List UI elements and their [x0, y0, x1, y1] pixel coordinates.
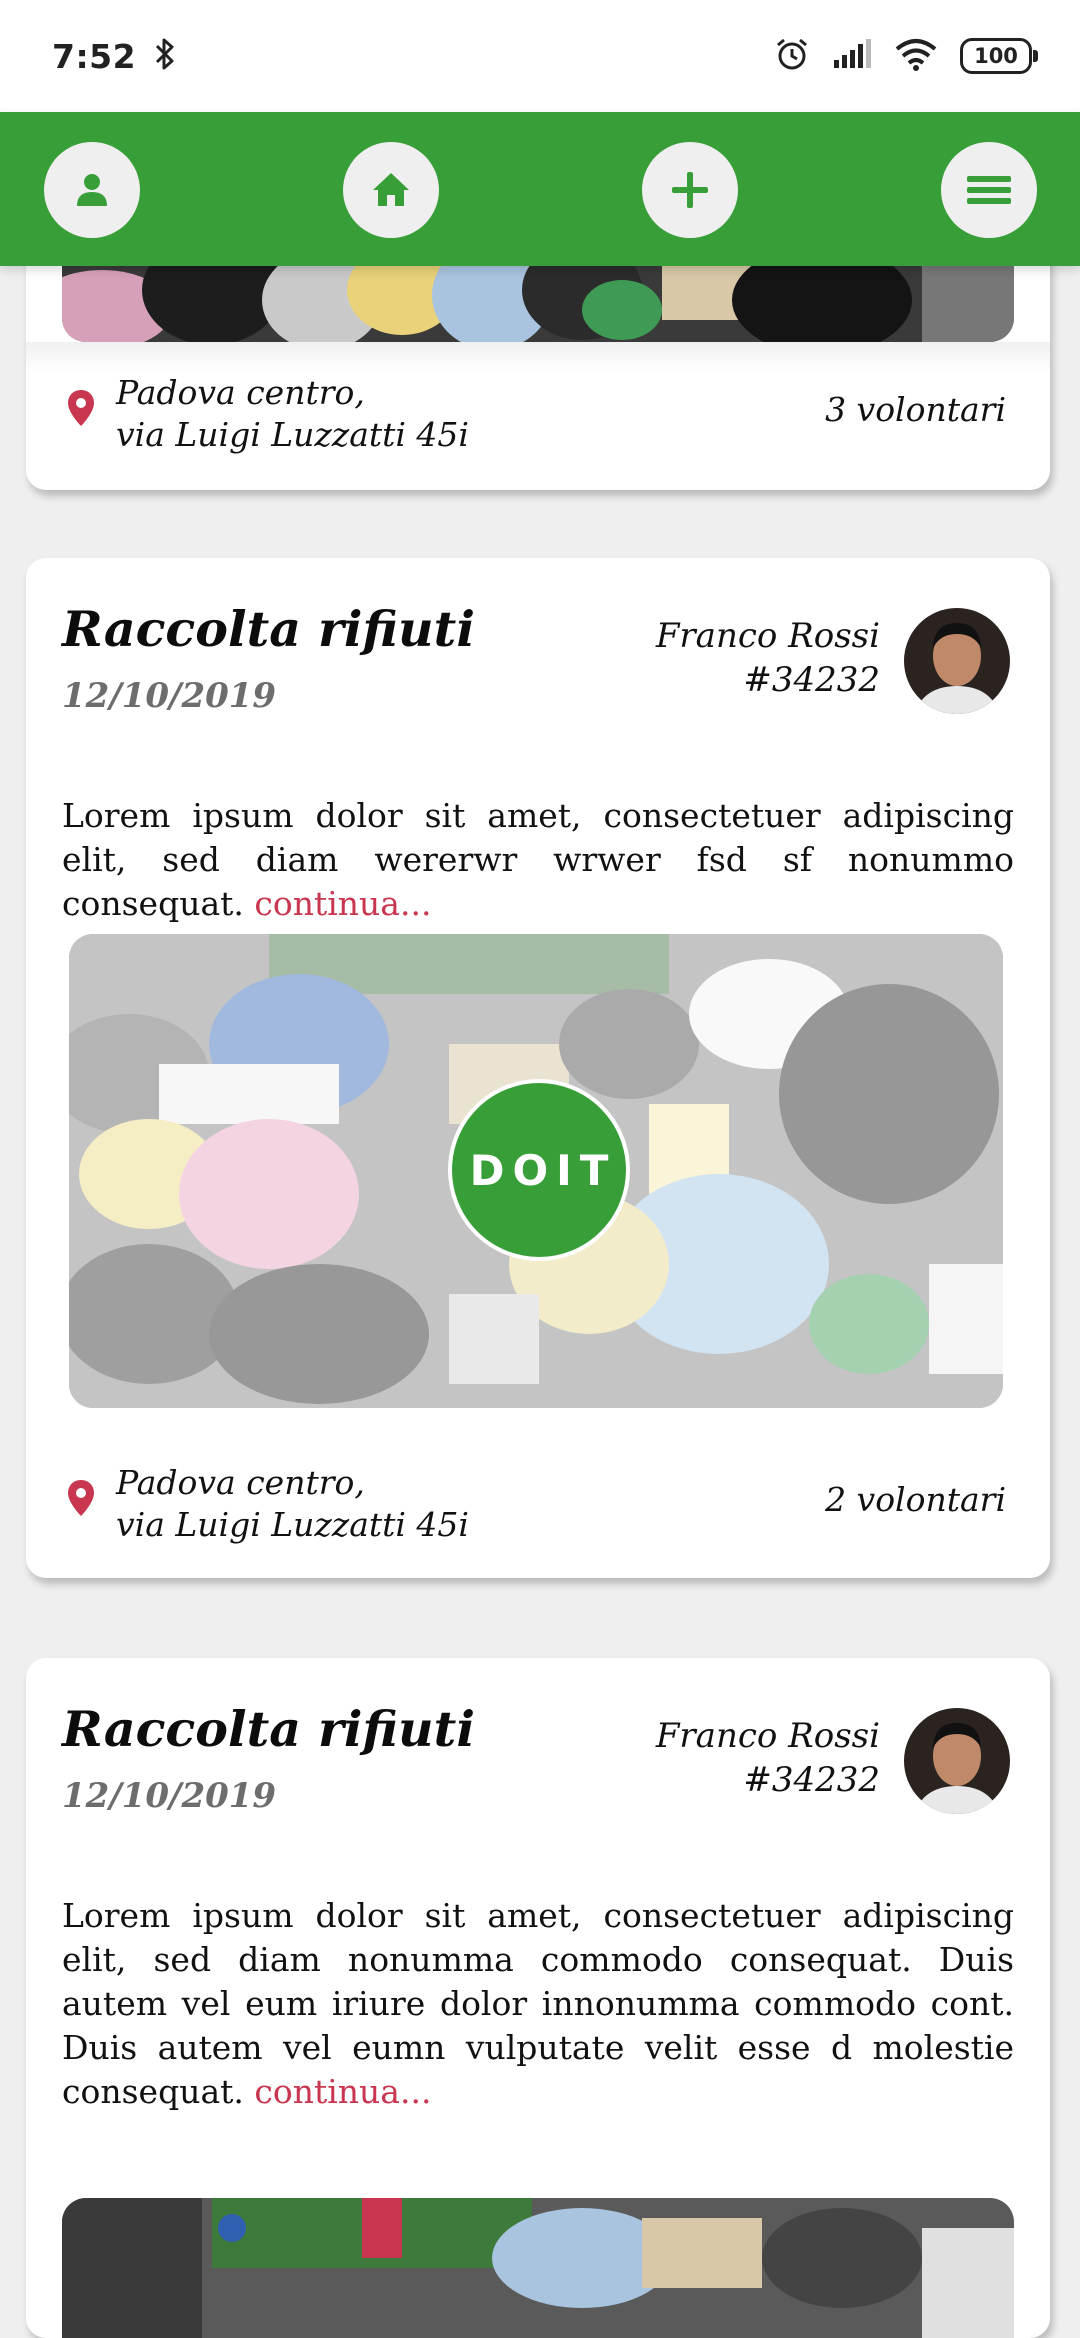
wifi-icon: [894, 37, 938, 75]
status-bar: 7:52 100: [0, 0, 1080, 112]
alarm-icon: [774, 36, 810, 76]
event-description: Lorem ipsum dolor sit amet, consectetuer…: [62, 794, 1014, 926]
event-description: Lorem ipsum dolor sit amet, consectetuer…: [62, 1894, 1014, 2114]
event-author[interactable]: Franco Rossi #34232: [656, 614, 880, 702]
location-line-1: Padova centro,: [116, 1463, 365, 1502]
continue-link[interactable]: continua...: [254, 884, 431, 923]
user-icon: [77, 174, 107, 206]
battery-indicator: 100: [960, 38, 1038, 74]
author-name: Franco Rossi: [655, 1716, 880, 1756]
location-pin-icon: [68, 1480, 94, 1516]
status-time: 7:52: [52, 36, 137, 76]
continue-link[interactable]: continua...: [254, 2072, 431, 2111]
home-button[interactable]: [343, 142, 439, 238]
description-text: Lorem ipsum dolor sit amet, consectetuer…: [62, 796, 1014, 923]
photo-fade: [26, 342, 1050, 372]
menu-button[interactable]: [941, 142, 1037, 238]
plus-icon: [672, 172, 708, 208]
event-title: Raccolta rifiuti: [62, 1700, 475, 1758]
hamburger-icon: [967, 176, 1011, 204]
event-card[interactable]: Raccolta rifiuti 12/10/2019 Franco Rossi…: [26, 1658, 1050, 2338]
bluetooth-icon: [154, 37, 176, 75]
avatar[interactable]: [904, 608, 1010, 714]
description-text: Lorem ipsum dolor sit amet, consectetuer…: [62, 1896, 1014, 2111]
volunteer-count: 2 volontari: [825, 1480, 1006, 1519]
event-date: 12/10/2019: [62, 1776, 277, 1816]
event-title: Raccolta rifiuti: [62, 600, 475, 658]
home-icon: [373, 173, 409, 206]
event-card[interactable]: Raccolta rifiuti 12/10/2019 Franco Rossi…: [26, 558, 1050, 1578]
event-date: 12/10/2019: [62, 676, 277, 716]
author-name: Franco Rossi: [655, 616, 880, 656]
avatar[interactable]: [904, 1708, 1010, 1814]
event-location: Padova centro, via Luigi Luzzatti 45i: [116, 372, 469, 456]
event-author[interactable]: Franco Rossi #34232: [656, 1714, 880, 1802]
profile-button[interactable]: [44, 142, 140, 238]
volunteer-count: 3 volontari: [825, 390, 1006, 429]
location-line-1: Padova centro,: [116, 373, 365, 412]
location-line-2: via Luigi Luzzatti 45i: [116, 1505, 469, 1544]
location-line-2: via Luigi Luzzatti 45i: [116, 415, 469, 454]
add-button[interactable]: [642, 142, 738, 238]
top-navigation-bar: [0, 112, 1080, 266]
event-location: Padova centro, via Luigi Luzzatti 45i: [116, 1462, 469, 1546]
signal-icon: [832, 38, 872, 74]
author-id: #34232: [743, 660, 880, 700]
event-photo[interactable]: [62, 2198, 1014, 2338]
doit-button[interactable]: DOIT: [448, 1079, 630, 1261]
location-pin-icon: [68, 390, 94, 426]
author-id: #34232: [743, 1760, 880, 1800]
